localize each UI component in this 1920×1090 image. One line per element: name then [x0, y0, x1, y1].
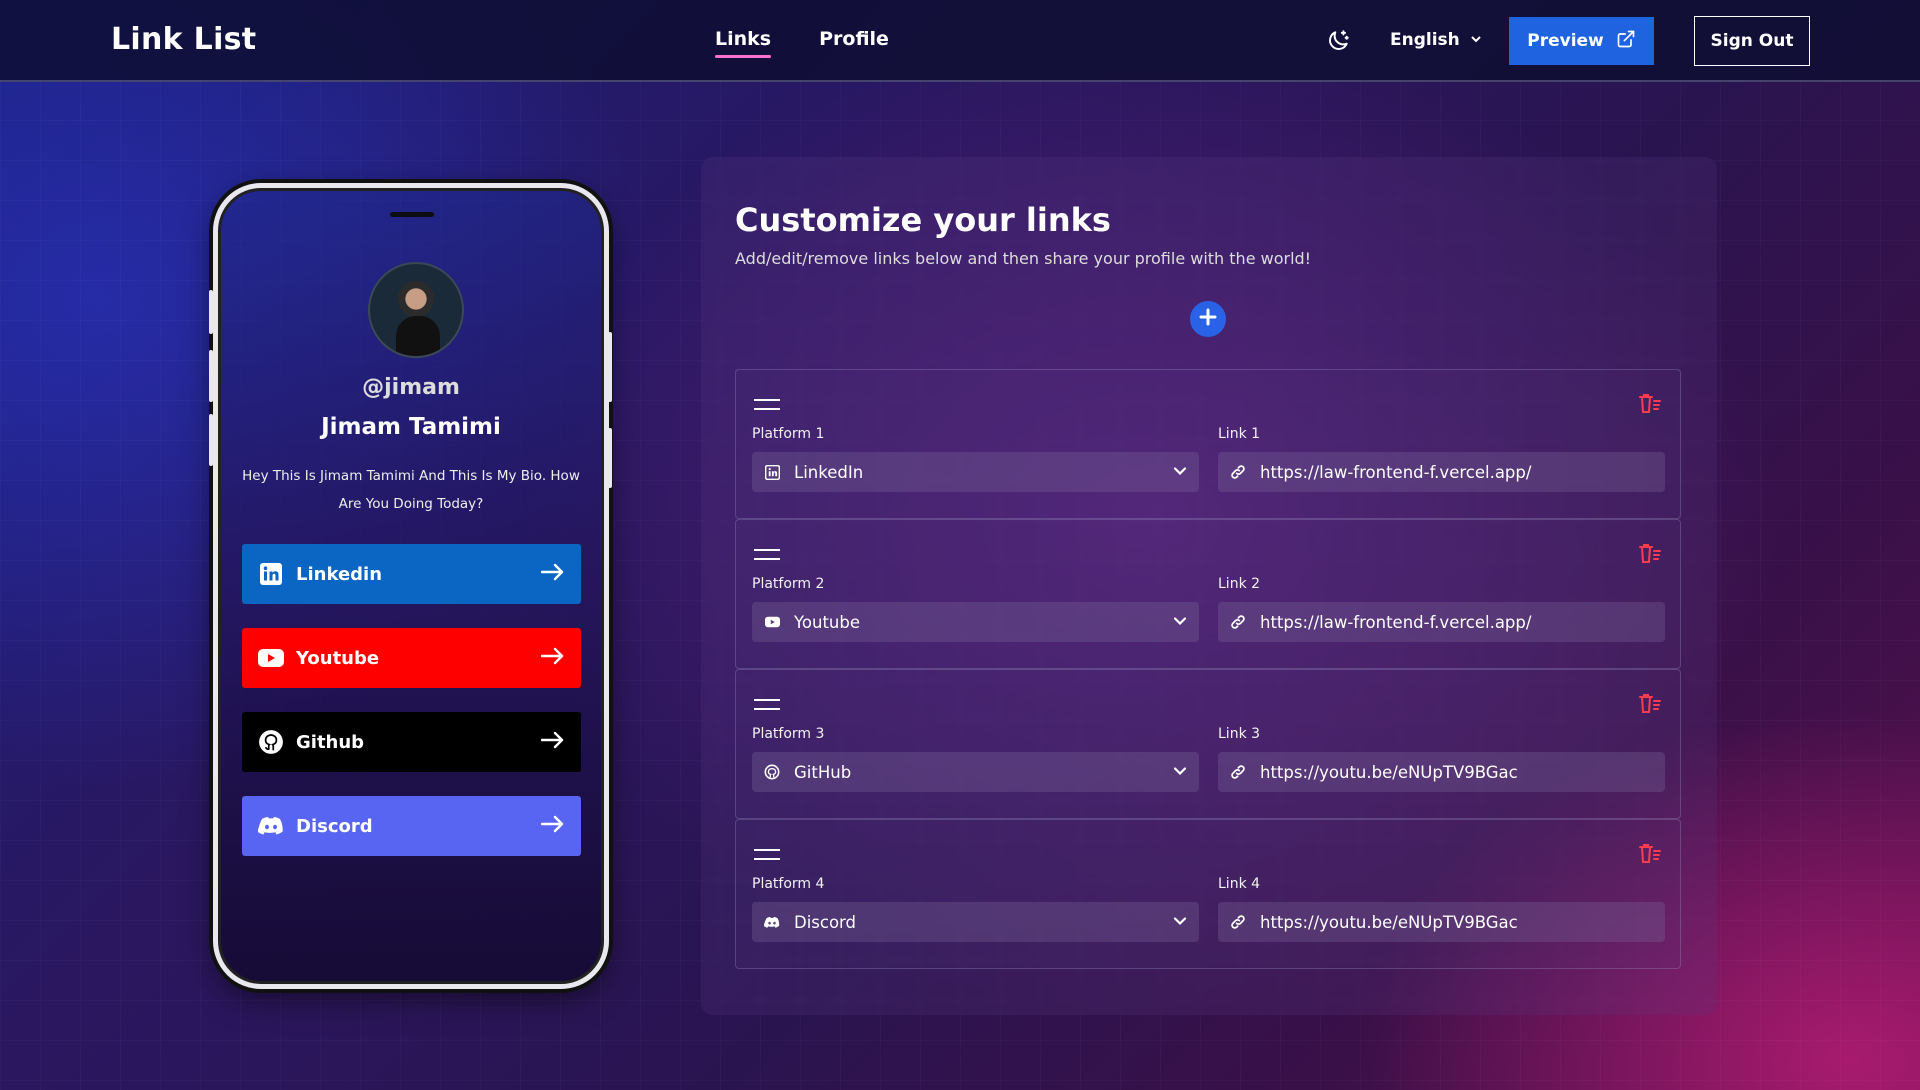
discord-icon — [258, 813, 284, 839]
profile-handle: @jimam — [362, 375, 460, 400]
preview-button[interactable]: Preview — [1509, 17, 1654, 65]
phone-button — [209, 350, 213, 402]
drag-handle-icon[interactable] — [754, 398, 780, 412]
phone-button — [209, 414, 213, 466]
platform-label: Platform 2 — [752, 576, 825, 592]
sign-out-button[interactable]: Sign Out — [1694, 16, 1810, 66]
link-label: Link 4 — [1218, 876, 1261, 892]
link-url-input[interactable]: https://youtu.be/eNUpTV9BGac — [1218, 752, 1665, 792]
drag-handle-icon[interactable] — [754, 548, 780, 562]
link-url-value: https://youtu.be/eNUpTV9BGac — [1260, 912, 1518, 932]
platform-label: Platform 4 — [752, 876, 825, 892]
preview-link-youtube[interactable]: Youtube — [242, 628, 581, 688]
linkedin-icon — [258, 561, 284, 587]
link-url-input[interactable]: https://law-frontend-f.vercel.app/ — [1218, 602, 1665, 642]
link-card: Platform 4 Discord Link 4 https://youtu.… — [735, 819, 1681, 969]
drag-handle-icon[interactable] — [754, 848, 780, 862]
app-logo[interactable]: Link List — [111, 22, 256, 57]
chevron-down-icon — [1173, 613, 1187, 632]
github-icon — [258, 729, 284, 755]
link-url-value: https://law-frontend-f.vercel.app/ — [1260, 462, 1532, 482]
moon-icon[interactable] — [1325, 28, 1351, 54]
phone-preview: @jimam Jimam Tamimi Hey This Is Jimam Ta… — [213, 183, 609, 989]
link-label: Link 1 — [1218, 426, 1261, 442]
chevron-down-icon — [1173, 913, 1187, 932]
avatar — [368, 262, 464, 358]
link-url-value: https://law-frontend-f.vercel.app/ — [1260, 612, 1532, 632]
phone-notch — [390, 212, 434, 217]
arrow-right-icon — [540, 731, 565, 754]
arrow-right-icon — [540, 815, 565, 838]
discord-icon — [764, 914, 780, 930]
platform-value: Discord — [794, 912, 857, 932]
delete-icon[interactable] — [1638, 692, 1662, 716]
link-icon — [1230, 764, 1246, 780]
external-link-icon — [1616, 29, 1636, 54]
drag-handle-icon[interactable] — [754, 698, 780, 712]
preview-link-label: Youtube — [296, 647, 380, 669]
link-icon — [1230, 614, 1246, 630]
link-label: Link 2 — [1218, 576, 1261, 592]
preview-link-label: Github — [296, 731, 365, 753]
link-url-input[interactable]: https://law-frontend-f.vercel.app/ — [1218, 452, 1665, 492]
platform-value: Youtube — [794, 612, 860, 632]
chevron-down-icon — [1470, 30, 1482, 50]
link-card: Platform 1 LinkedIn Link 1 https://law-f… — [735, 369, 1681, 519]
preview-label: Preview — [1527, 31, 1604, 51]
page-title: Customize your links — [735, 201, 1111, 239]
link-icon — [1230, 914, 1246, 930]
link-card: Platform 3 GitHub Link 3 https://youtu.b… — [735, 669, 1681, 819]
page-subtitle: Add/edit/remove links below and then sha… — [735, 249, 1312, 268]
platform-value: GitHub — [794, 762, 852, 782]
chevron-down-icon — [1173, 463, 1187, 482]
delete-icon[interactable] — [1638, 542, 1662, 566]
links-editor-panel: Customize your links Add/edit/remove lin… — [701, 157, 1717, 1015]
platform-value: LinkedIn — [794, 462, 864, 482]
add-link-button[interactable] — [1190, 301, 1226, 337]
main-nav: Links Profile — [715, 28, 889, 58]
preview-link-label: Discord — [296, 815, 373, 837]
link-icon — [1230, 464, 1246, 480]
youtube-icon — [764, 614, 780, 630]
phone-button — [209, 290, 213, 334]
phone-button — [608, 428, 612, 488]
language-label: English — [1390, 30, 1460, 50]
preview-link-discord[interactable]: Discord — [242, 796, 581, 856]
preview-link-linkedin[interactable]: Linkedin — [242, 544, 581, 604]
platform-select[interactable]: GitHub — [752, 752, 1199, 792]
link-label: Link 3 — [1218, 726, 1261, 742]
phone-button — [608, 332, 612, 402]
arrow-right-icon — [540, 563, 565, 586]
platform-select[interactable]: LinkedIn — [752, 452, 1199, 492]
linkedin-icon — [764, 464, 780, 480]
nav-profile[interactable]: Profile — [819, 28, 889, 56]
language-select[interactable]: English — [1390, 30, 1482, 50]
arrow-right-icon — [540, 647, 565, 670]
profile-name: Jimam Tamimi — [321, 414, 501, 440]
github-icon — [764, 764, 780, 780]
top-navbar: Link List Links Profile English Preview … — [0, 0, 1920, 82]
youtube-icon — [258, 645, 284, 671]
chevron-down-icon — [1173, 763, 1187, 782]
plus-icon — [1199, 308, 1217, 330]
link-card: Platform 2 Youtube Link 2 https://law-fr… — [735, 519, 1681, 669]
delete-icon[interactable] — [1638, 842, 1662, 866]
preview-link-github[interactable]: Github — [242, 712, 581, 772]
platform-select[interactable]: Discord — [752, 902, 1199, 942]
delete-icon[interactable] — [1638, 392, 1662, 416]
preview-link-label: Linkedin — [296, 563, 383, 585]
platform-select[interactable]: Youtube — [752, 602, 1199, 642]
profile-bio: Hey This Is Jimam Tamimi And This Is My … — [242, 468, 580, 512]
link-url-value: https://youtu.be/eNUpTV9BGac — [1260, 762, 1518, 782]
platform-label: Platform 3 — [752, 726, 825, 742]
nav-links[interactable]: Links — [715, 28, 772, 58]
platform-label: Platform 1 — [752, 426, 825, 442]
link-url-input[interactable]: https://youtu.be/eNUpTV9BGac — [1218, 902, 1665, 942]
